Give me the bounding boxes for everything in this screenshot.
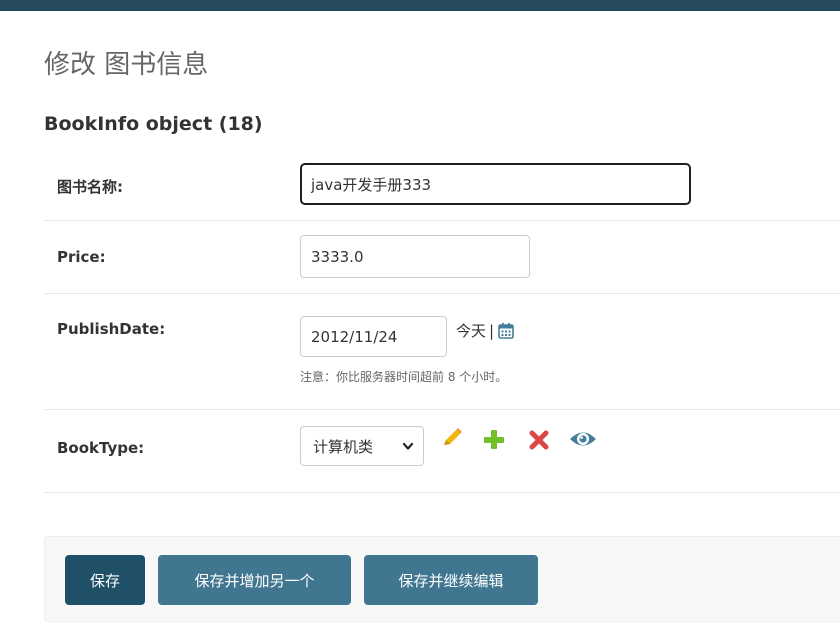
- publish-date-label: PublishDate:: [57, 320, 166, 338]
- date-shortcuts: 今天 |: [456, 320, 515, 341]
- save-add-another-button[interactable]: 保存并增加另一个: [158, 555, 351, 605]
- name-label: 图书名称:: [57, 178, 123, 196]
- eye-icon[interactable]: [568, 427, 598, 453]
- book-type-selected: 计算机类: [313, 437, 374, 456]
- shortcut-separator: |: [489, 321, 495, 340]
- submit-row: 保存 保存并增加另一个 保存并继续编辑: [44, 536, 840, 622]
- form-row-price: Price:: [44, 221, 840, 294]
- object-title: BookInfo object (18): [44, 113, 263, 135]
- timezone-warning: 注意：你比服务器时间超前 8 个小时。: [300, 370, 508, 384]
- publish-date-input[interactable]: [300, 316, 447, 357]
- today-link[interactable]: 今天: [456, 320, 486, 341]
- header-bar: [0, 0, 840, 11]
- name-input[interactable]: [300, 163, 691, 205]
- calendar-icon[interactable]: [497, 322, 515, 340]
- page-title: 修改 图书信息: [44, 50, 209, 80]
- book-type-label: BookType:: [57, 439, 145, 457]
- price-label: Price:: [57, 248, 106, 266]
- price-input[interactable]: [300, 235, 530, 278]
- book-type-select[interactable]: 计算机类: [300, 426, 424, 466]
- form-row-publish-date: PublishDate: 今天 | 注意：你比服务器时间超前 8 个小时。: [44, 294, 840, 410]
- plus-icon[interactable]: [481, 427, 507, 453]
- pencil-icon[interactable]: [438, 426, 464, 452]
- form-row-name: 图书名称:: [44, 146, 840, 221]
- save-button[interactable]: 保存: [65, 555, 145, 605]
- form-row-book-type: BookType: 计算机类: [44, 410, 840, 493]
- x-icon[interactable]: [527, 428, 553, 454]
- save-continue-button[interactable]: 保存并继续编辑: [364, 555, 538, 605]
- chevron-down-icon: [402, 442, 414, 450]
